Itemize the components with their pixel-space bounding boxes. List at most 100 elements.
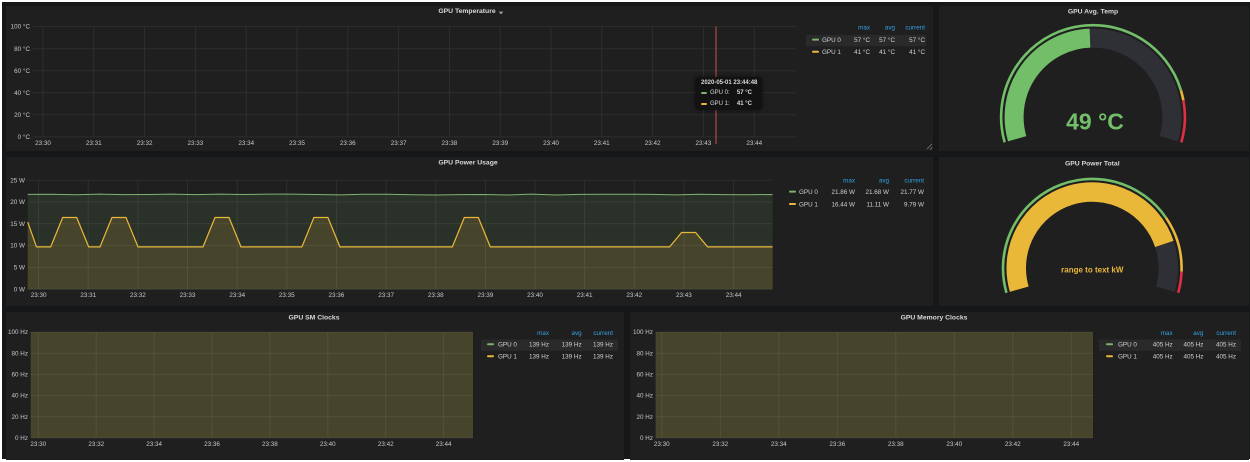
- svg-text:GPU Memory Clocks: GPU Memory Clocks: [901, 314, 968, 321]
- svg-text:23:42: 23:42: [1005, 441, 1021, 448]
- svg-text:23:34: 23:34: [238, 140, 254, 147]
- svg-text:GPU Power Total: GPU Power Total: [1065, 161, 1120, 168]
- svg-text:60 Hz: 60 Hz: [12, 372, 28, 379]
- svg-text:0 °C: 0 °C: [18, 133, 31, 141]
- svg-text:21.86 W: 21.86 W: [832, 189, 856, 196]
- svg-text:23:39: 23:39: [478, 292, 494, 299]
- svg-text:405 Hz: 405 Hz: [1216, 342, 1236, 349]
- svg-text:100 °C: 100 °C: [11, 23, 31, 31]
- svg-text:10 W: 10 W: [10, 243, 25, 250]
- svg-text:100 Hz: 100 Hz: [633, 329, 653, 336]
- svg-text:40 Hz: 40 Hz: [637, 393, 653, 400]
- svg-text:23:36: 23:36: [329, 292, 345, 299]
- svg-text:GPU Avg. Temp: GPU Avg. Temp: [1068, 9, 1118, 16]
- svg-text:57 °C: 57 °C: [879, 36, 895, 44]
- svg-text:current: current: [905, 25, 925, 32]
- svg-text:23:44: 23:44: [436, 441, 452, 448]
- svg-text:23:30: 23:30: [30, 441, 46, 448]
- svg-text:23:43: 23:43: [696, 140, 712, 147]
- svg-text:GPU 0: GPU 0: [498, 342, 517, 349]
- svg-text:GPU 1: GPU 1: [498, 354, 517, 361]
- svg-text:21.68 W: 21.68 W: [866, 189, 890, 196]
- svg-text:23:32: 23:32: [88, 441, 104, 448]
- svg-text:avg: avg: [885, 25, 896, 32]
- svg-text:405 Hz: 405 Hz: [1183, 354, 1203, 361]
- svg-text:GPU 1: GPU 1: [799, 201, 818, 208]
- svg-text:GPU Temperature: GPU Temperature: [438, 8, 496, 15]
- svg-text:41 °C: 41 °C: [854, 48, 870, 56]
- svg-text:80 Hz: 80 Hz: [637, 350, 653, 357]
- svg-text:avg: avg: [879, 178, 890, 185]
- svg-text:23:37: 23:37: [378, 292, 394, 299]
- svg-text:GPU 1: GPU 1: [1118, 354, 1137, 361]
- svg-text:23:44: 23:44: [746, 140, 762, 147]
- svg-text:405 Hz: 405 Hz: [1216, 354, 1236, 361]
- svg-text:max: max: [1161, 330, 1174, 337]
- svg-text:41 °C: 41 °C: [879, 48, 895, 56]
- svg-text:11.11 W: 11.11 W: [866, 201, 889, 208]
- svg-text:40 °C: 40 °C: [14, 89, 30, 97]
- svg-text:23:30: 23:30: [654, 441, 670, 448]
- svg-text:23:44: 23:44: [726, 292, 742, 299]
- svg-text:23:33: 23:33: [180, 292, 196, 299]
- svg-text:23:35: 23:35: [279, 292, 295, 299]
- svg-text:GPU 1: GPU 1: [822, 49, 841, 56]
- svg-text:23:34: 23:34: [229, 292, 245, 299]
- svg-text:23:38: 23:38: [428, 292, 444, 299]
- svg-text:41 °C: 41 °C: [909, 48, 925, 56]
- svg-text:139 Hz: 139 Hz: [529, 354, 549, 361]
- svg-text:60 Hz: 60 Hz: [637, 372, 653, 379]
- svg-text:23:40: 23:40: [543, 140, 559, 147]
- svg-text:max: max: [858, 25, 871, 32]
- svg-text:23:35: 23:35: [289, 140, 305, 147]
- svg-text:139 Hz: 139 Hz: [593, 342, 613, 349]
- svg-text:23:32: 23:32: [130, 292, 146, 299]
- svg-text:60 °C: 60 °C: [14, 67, 30, 75]
- svg-text:23:42: 23:42: [378, 441, 394, 448]
- svg-text:139 Hz: 139 Hz: [562, 354, 582, 361]
- svg-text:23:41: 23:41: [577, 292, 593, 299]
- svg-text:23:36: 23:36: [340, 140, 356, 147]
- svg-text:23:40: 23:40: [946, 441, 962, 448]
- svg-text:405 Hz: 405 Hz: [1153, 354, 1173, 361]
- svg-text:23:41: 23:41: [594, 140, 610, 147]
- svg-text:23:31: 23:31: [86, 140, 102, 147]
- svg-text:max: max: [537, 330, 550, 337]
- svg-text:23:42: 23:42: [645, 140, 661, 147]
- svg-text:57 °C: 57 °C: [909, 36, 925, 44]
- svg-text:405 Hz: 405 Hz: [1183, 342, 1203, 349]
- svg-text:GPU Power Usage: GPU Power Usage: [438, 160, 498, 167]
- svg-text:23:44: 23:44: [1063, 441, 1079, 448]
- svg-text:23:32: 23:32: [712, 441, 728, 448]
- svg-text:23:30: 23:30: [35, 140, 51, 147]
- svg-text:23:38: 23:38: [888, 441, 904, 448]
- svg-text:139 Hz: 139 Hz: [529, 342, 549, 349]
- svg-text:current: current: [1216, 330, 1236, 337]
- svg-text:57 °C: 57 °C: [854, 36, 870, 44]
- svg-text:23:40: 23:40: [527, 292, 543, 299]
- svg-text:0 Hz: 0 Hz: [15, 435, 28, 442]
- svg-text:23:40: 23:40: [320, 441, 336, 448]
- svg-text:23:33: 23:33: [188, 140, 204, 147]
- svg-text:23:34: 23:34: [146, 441, 162, 448]
- svg-text:avg: avg: [1193, 330, 1204, 337]
- svg-text:20 Hz: 20 Hz: [12, 414, 28, 421]
- svg-text:40 Hz: 40 Hz: [12, 393, 28, 400]
- svg-text:49 °C: 49 °C: [1066, 108, 1124, 134]
- svg-text:80 Hz: 80 Hz: [12, 350, 28, 357]
- svg-text:GPU SM Clocks: GPU SM Clocks: [289, 314, 340, 321]
- svg-text:23:42: 23:42: [626, 292, 642, 299]
- svg-text:23:32: 23:32: [137, 140, 153, 147]
- svg-text:5 W: 5 W: [14, 265, 25, 272]
- svg-text:0 Hz: 0 Hz: [640, 435, 653, 442]
- svg-text:21.77 W: 21.77 W: [901, 189, 925, 196]
- svg-text:20 W: 20 W: [10, 199, 25, 206]
- svg-text:15 W: 15 W: [10, 221, 25, 228]
- svg-text:23:30: 23:30: [31, 292, 47, 299]
- svg-text:20 °C: 20 °C: [14, 111, 30, 119]
- svg-text:current: current: [904, 178, 924, 185]
- svg-text:16.44 W: 16.44 W: [832, 201, 856, 208]
- svg-text:139 Hz: 139 Hz: [562, 342, 582, 349]
- svg-text:25 W: 25 W: [10, 177, 25, 184]
- svg-text:max: max: [843, 178, 856, 185]
